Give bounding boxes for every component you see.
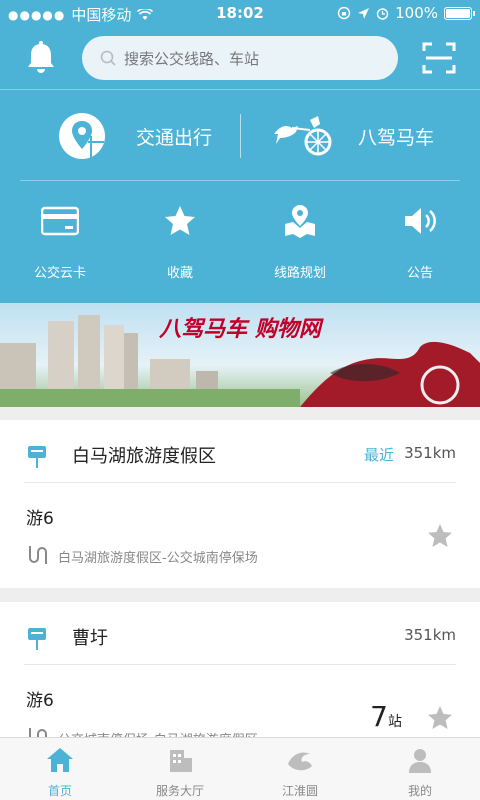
status-bar: ●●●●● 中国移动 18:02 100% [0, 0, 480, 28]
map-pin-icon [59, 113, 105, 159]
station-distance: 351km [404, 444, 456, 462]
station-distance: 351km [404, 626, 456, 644]
bus-stop-icon [28, 628, 46, 650]
stops-count-unit: 站 [388, 714, 402, 730]
station-header: 曹圩 351km [0, 602, 480, 672]
station-card[interactable]: 白马湖旅游度假区 最近 351km 游6 白马湖旅游度假区-公交城南停保场 [0, 420, 480, 588]
lock-rotation-icon [337, 6, 351, 20]
building-icon [170, 750, 192, 772]
station-name: 白马湖旅游度假区 [72, 446, 216, 467]
tab-mine[interactable]: 我的 [360, 738, 480, 800]
recent-badge: 最近 [363, 446, 394, 464]
battery-icon [444, 6, 475, 20]
quick-route-plan[interactable]: 线路规划 [240, 182, 360, 303]
route-icon [29, 546, 47, 564]
banner-brand-text: 八驾马车 购物网 [159, 317, 321, 342]
station-name: 曹圩 [72, 628, 108, 649]
user-icon [409, 749, 431, 773]
search-input[interactable]: 搜索公交线路、车站 [82, 36, 398, 80]
favorite-star-icon[interactable] [426, 522, 454, 550]
feature-chariot[interactable]: 八驾马车 [270, 90, 434, 182]
search-icon [100, 50, 116, 66]
quick-notice[interactable]: 公告 [360, 182, 480, 303]
tab-service-hall[interactable]: 服务大厅 [120, 738, 240, 800]
quick-actions: 公交云卡 收藏 线路规划 公告 [0, 182, 480, 303]
location-arrow-icon [358, 7, 370, 19]
tab-bar: 首页 服务大厅 江淮圆 我的 [0, 737, 480, 800]
wave-icon [288, 752, 312, 771]
station-header: 白马湖旅游度假区 最近 351km [0, 420, 480, 490]
tab-home-label: 首页 [47, 784, 72, 798]
tab-jianghuai-label: 江淮圆 [281, 784, 318, 798]
home-icon [47, 748, 73, 772]
quick-favorites-label: 收藏 [166, 266, 193, 281]
feature-traffic[interactable]: 交通出行 [58, 90, 212, 182]
header-divider-2 [20, 180, 460, 181]
tab-home[interactable]: 首页 [0, 738, 120, 800]
search-placeholder: 搜索公交线路、车站 [124, 49, 260, 68]
card-divider [24, 664, 456, 665]
line-name: 游6 [26, 509, 54, 529]
alarm-icon [376, 7, 389, 20]
tab-jianghuai[interactable]: 江淮圆 [240, 738, 360, 800]
tab-mine-label: 我的 [407, 784, 432, 798]
speaker-icon [405, 208, 436, 234]
route-map-icon [285, 205, 315, 238]
chariot-icon [274, 116, 332, 156]
quick-card[interactable]: 公交云卡 [0, 182, 120, 303]
feature-chariot-label: 八驾马车 [358, 126, 435, 149]
quick-route-plan-label: 线路规划 [273, 266, 326, 281]
station-card[interactable]: 曹圩 351km 游6 7站 公交城南停保场-白马湖旅游度假区 [0, 602, 480, 737]
scan-icon[interactable] [422, 40, 456, 76]
tab-service-hall-label: 服务大厅 [155, 784, 204, 798]
battery-percent: 100% [395, 4, 438, 22]
top-bar: 搜索公交线路、车站 [0, 30, 480, 88]
card-icon [41, 206, 79, 236]
quick-favorites[interactable]: 收藏 [120, 182, 240, 303]
header: ●●●●● 中国移动 18:02 100% 搜索公交线路、车站 交通出行 八驾马… [0, 0, 480, 303]
favorite-star-icon[interactable] [426, 704, 454, 732]
line-name: 游6 [26, 691, 54, 711]
bus-stop-icon [28, 446, 46, 468]
route-text: 公交城南停保场-白马湖旅游度假区 [58, 729, 258, 737]
route-text: 白马湖旅游度假区-公交城南停保场 [58, 551, 258, 566]
feature-separator [240, 114, 241, 158]
promo-banner[interactable]: 八驾马车 购物网 [0, 303, 480, 407]
stops-count: 7站 [370, 700, 402, 733]
star-icon [165, 206, 195, 235]
stops-count-number: 7 [370, 700, 388, 733]
bell-icon[interactable] [24, 40, 58, 76]
feature-row: 交通出行 八驾马车 [0, 90, 480, 182]
card-divider [24, 482, 456, 483]
feature-traffic-label: 交通出行 [136, 126, 213, 149]
quick-card-label: 公交云卡 [33, 266, 86, 281]
route-icon [29, 728, 47, 737]
quick-notice-label: 公告 [406, 266, 433, 281]
